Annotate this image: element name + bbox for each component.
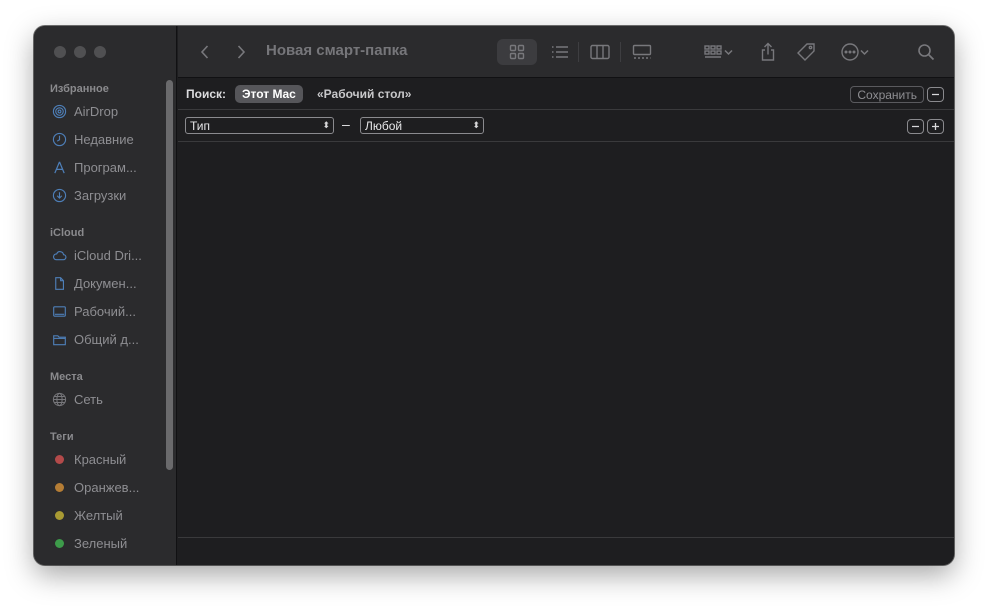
sidebar-tag-yellow[interactable]: Желтый bbox=[50, 504, 166, 526]
sidebar-item-label: Програм... bbox=[74, 159, 137, 175]
status-bar bbox=[178, 537, 954, 565]
sidebar-item-desktop[interactable]: Рабочий... bbox=[50, 300, 166, 322]
sidebar-scrollbar[interactable] bbox=[166, 80, 173, 470]
search-scope-bar: Поиск: Этот Mac «Рабочий стол» Сохранить bbox=[178, 79, 954, 110]
updown-arrows-icon: ⬍ bbox=[322, 120, 330, 130]
list-icon bbox=[552, 46, 568, 58]
desktop-icon bbox=[50, 302, 68, 320]
zoom-window-button[interactable] bbox=[94, 46, 106, 58]
sidebar-item-label: AirDrop bbox=[74, 103, 119, 119]
sidebar-item-label: Желтый bbox=[74, 507, 123, 523]
network-icon bbox=[50, 390, 68, 408]
sidebar-item-downloads[interactable]: Загрузки bbox=[50, 184, 166, 206]
tags-button[interactable] bbox=[794, 40, 818, 64]
sidebar-item-network[interactable]: Сеть bbox=[50, 388, 166, 410]
close-window-button[interactable] bbox=[54, 46, 66, 58]
tag-dot-icon bbox=[54, 510, 64, 520]
sidebar-tag-green[interactable]: Зеленый bbox=[50, 532, 166, 554]
forward-button[interactable] bbox=[232, 40, 250, 64]
sidebar-section-tags: Теги bbox=[50, 431, 74, 443]
cloud-icon bbox=[50, 246, 68, 264]
toolbar-divider bbox=[620, 42, 621, 62]
tag-dot-icon bbox=[54, 482, 64, 492]
kind-select[interactable]: Любой ⬍ bbox=[360, 117, 484, 134]
gallery-icon bbox=[632, 44, 652, 59]
chevron-left-icon bbox=[200, 45, 209, 59]
scope-label: Поиск: bbox=[186, 87, 227, 101]
minus-icon bbox=[932, 93, 939, 96]
action-menu-button[interactable] bbox=[834, 40, 874, 64]
window-title: Новая смарт-папка bbox=[266, 42, 408, 59]
sidebar-section-favorites: Избранное bbox=[50, 83, 109, 95]
scope-desktop-button[interactable]: «Рабочий стол» bbox=[317, 87, 411, 101]
attribute-select-value: Тип bbox=[190, 118, 211, 133]
search-criteria-row: Тип ⬍ – Любой ⬍ bbox=[178, 111, 954, 142]
sidebar-tag-red[interactable]: Красный bbox=[50, 448, 166, 470]
chevron-down-icon bbox=[723, 49, 733, 56]
grid-icon bbox=[509, 44, 525, 60]
sidebar-item-shared[interactable]: Общий д... bbox=[50, 328, 166, 350]
results-area[interactable] bbox=[178, 143, 954, 537]
sidebar-item-label: Красный bbox=[74, 451, 127, 467]
sidebar-item-label: Зеленый bbox=[74, 535, 128, 551]
sidebar-item-documents[interactable]: Докумен... bbox=[50, 272, 166, 294]
share-icon bbox=[761, 42, 775, 61]
remove-scope-button[interactable] bbox=[927, 87, 944, 102]
sidebar-item-recents[interactable]: Недавние bbox=[50, 128, 166, 150]
attribute-select[interactable]: Тип ⬍ bbox=[185, 117, 334, 134]
criteria-separator: – bbox=[342, 116, 350, 132]
list-view-button[interactable] bbox=[546, 40, 574, 64]
save-button[interactable]: Сохранить bbox=[850, 86, 924, 103]
sidebar-item-applications[interactable]: Програм... bbox=[50, 156, 166, 178]
share-button[interactable] bbox=[756, 40, 780, 64]
sidebar-tag-orange[interactable]: Оранжев... bbox=[50, 476, 166, 498]
sidebar-item-label: Оранжев... bbox=[74, 479, 140, 495]
remove-criteria-button[interactable] bbox=[907, 119, 924, 134]
shared-folder-icon bbox=[50, 330, 68, 348]
scope-this-mac-button[interactable]: Этот Mac bbox=[235, 85, 303, 103]
airdrop-icon bbox=[50, 102, 68, 120]
columns-icon bbox=[590, 44, 610, 60]
applications-icon bbox=[50, 158, 68, 176]
search-icon bbox=[918, 44, 935, 61]
finder-window: Избранное AirDrop Недавние Програм... За… bbox=[34, 26, 954, 565]
document-icon bbox=[50, 274, 68, 292]
sidebar-item-label: Докумен... bbox=[74, 275, 137, 291]
sidebar: Избранное AirDrop Недавние Програм... За… bbox=[34, 26, 177, 565]
sidebar-item-airdrop[interactable]: AirDrop bbox=[50, 100, 166, 122]
window-controls bbox=[54, 46, 106, 58]
kind-select-value: Любой bbox=[365, 118, 403, 133]
tag-icon bbox=[797, 43, 815, 61]
toolbar-divider bbox=[578, 42, 579, 62]
sidebar-section-locations: Места bbox=[50, 371, 83, 383]
icon-view-button[interactable] bbox=[497, 39, 537, 65]
tag-dot-icon bbox=[54, 538, 64, 548]
gallery-view-button[interactable] bbox=[628, 40, 656, 64]
updown-arrows-icon: ⬍ bbox=[472, 120, 480, 130]
sidebar-item-label: iCloud Dri... bbox=[74, 247, 142, 263]
group-by-button[interactable] bbox=[698, 40, 738, 64]
tag-dot-icon bbox=[54, 454, 64, 464]
sidebar-item-label: Сеть bbox=[74, 391, 103, 407]
toolbar: Новая смарт-папка bbox=[178, 26, 954, 78]
chevron-down-icon bbox=[859, 49, 869, 56]
group-grid-icon bbox=[703, 45, 722, 58]
chevron-right-icon bbox=[237, 45, 246, 59]
back-button[interactable] bbox=[196, 40, 214, 64]
search-button[interactable] bbox=[914, 40, 938, 64]
sidebar-section-icloud: iCloud bbox=[50, 227, 85, 239]
sidebar-item-label: Общий д... bbox=[74, 331, 139, 347]
more-icon bbox=[840, 43, 859, 61]
sidebar-item-label: Рабочий... bbox=[74, 303, 136, 319]
minus-icon bbox=[912, 125, 919, 128]
plus-icon bbox=[932, 123, 939, 130]
sidebar-item-label: Загрузки bbox=[74, 187, 127, 203]
minimize-window-button[interactable] bbox=[74, 46, 86, 58]
column-view-button[interactable] bbox=[586, 40, 614, 64]
sidebar-item-label: Недавние bbox=[74, 131, 134, 147]
add-criteria-button[interactable] bbox=[927, 119, 944, 134]
downloads-icon bbox=[50, 186, 68, 204]
clock-icon bbox=[50, 130, 68, 148]
sidebar-item-icloud-drive[interactable]: iCloud Dri... bbox=[50, 244, 166, 266]
